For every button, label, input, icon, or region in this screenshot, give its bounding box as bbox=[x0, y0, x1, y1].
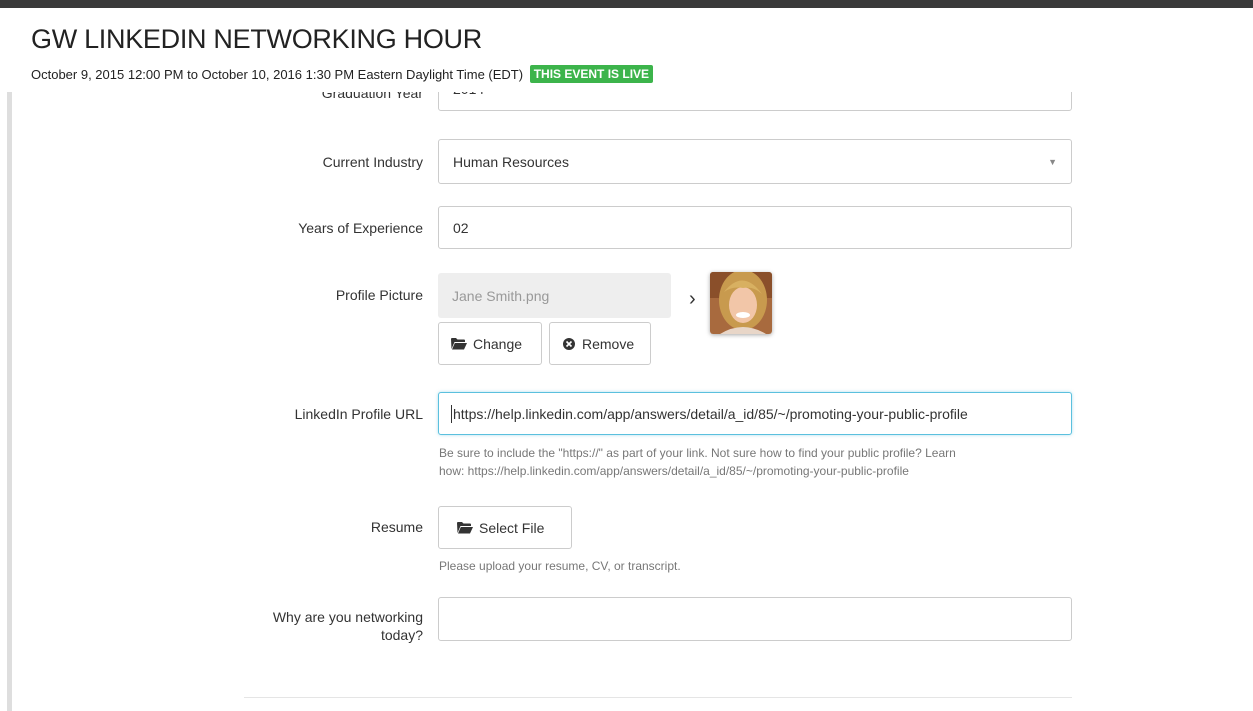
linkedin-url-value: https://help.linkedin.com/app/answers/de… bbox=[453, 405, 968, 422]
profile-picture-label: Profile Picture bbox=[335, 287, 423, 303]
remove-picture-button[interactable]: Remove bbox=[549, 322, 651, 365]
profile-photo-image bbox=[710, 272, 772, 334]
change-button-label: Change bbox=[473, 335, 523, 352]
event-dates: October 9, 2015 12:00 PM to October 10, … bbox=[31, 65, 654, 83]
event-title: GW LINKEDIN NETWORKING HOUR bbox=[31, 24, 482, 54]
graduation-year-value: 2014 bbox=[453, 92, 484, 97]
remove-circle-icon bbox=[563, 337, 575, 350]
chevron-down-icon: ▼ bbox=[1048, 156, 1057, 167]
networking-reason-label-line1: Why are you networking bbox=[272, 609, 423, 625]
current-industry-select[interactable]: Human Resources ▼ bbox=[438, 139, 1072, 184]
text-cursor bbox=[451, 404, 452, 423]
event-header: GW LINKEDIN NETWORKING HOUR October 9, 2… bbox=[0, 8, 1253, 92]
folder-open-icon bbox=[457, 522, 473, 534]
linkedin-help-line2: how: https://help.linkedin.com/app/answe… bbox=[439, 464, 909, 478]
networking-reason-label-line2: today? bbox=[380, 627, 423, 643]
resume-label: Resume bbox=[370, 519, 423, 535]
select-file-button[interactable]: Select File bbox=[438, 506, 572, 549]
graduation-year-label: Graduation Year bbox=[321, 92, 423, 101]
change-picture-button[interactable]: Change bbox=[438, 322, 542, 365]
linkedin-url-help: Be sure to include the "https://" as par… bbox=[439, 444, 956, 480]
resume-help: Please upload your resume, CV, or transc… bbox=[439, 559, 681, 573]
linkedin-url-label: LinkedIn Profile URL bbox=[294, 406, 423, 422]
folder-open-icon bbox=[451, 338, 467, 350]
remove-button-label: Remove bbox=[582, 335, 635, 352]
live-status-badge: THIS EVENT IS LIVE bbox=[529, 65, 654, 83]
profile-picture-filename: Jane Smith.png bbox=[438, 273, 671, 318]
select-file-label: Select File bbox=[479, 519, 545, 536]
networking-reason-label: Why are you networking today? bbox=[273, 608, 423, 644]
form-divider bbox=[244, 697, 1072, 698]
left-border bbox=[7, 92, 12, 711]
current-industry-value: Human Resources bbox=[453, 153, 569, 170]
years-experience-label: Years of Experience bbox=[298, 220, 423, 236]
years-experience-input[interactable]: 02 bbox=[438, 206, 1072, 249]
linkedin-help-line1: Be sure to include the "https://" as par… bbox=[439, 446, 956, 460]
graduation-year-input[interactable]: 2014 bbox=[438, 92, 1072, 111]
event-date-range: October 9, 2015 12:00 PM to October 10, … bbox=[31, 67, 524, 82]
top-bar bbox=[0, 0, 1253, 8]
current-industry-label: Current Industry bbox=[322, 154, 423, 170]
linkedin-url-input[interactable]: https://help.linkedin.com/app/answers/de… bbox=[438, 392, 1072, 435]
networking-reason-input[interactable] bbox=[438, 597, 1072, 641]
chevron-right-icon: › bbox=[689, 288, 696, 310]
profile-avatar bbox=[710, 272, 772, 334]
profile-picture-filename-text: Jane Smith.png bbox=[452, 287, 550, 304]
years-experience-value: 02 bbox=[453, 219, 469, 236]
registration-form: Graduation Year 2014 Current Industry Hu… bbox=[0, 92, 1253, 711]
